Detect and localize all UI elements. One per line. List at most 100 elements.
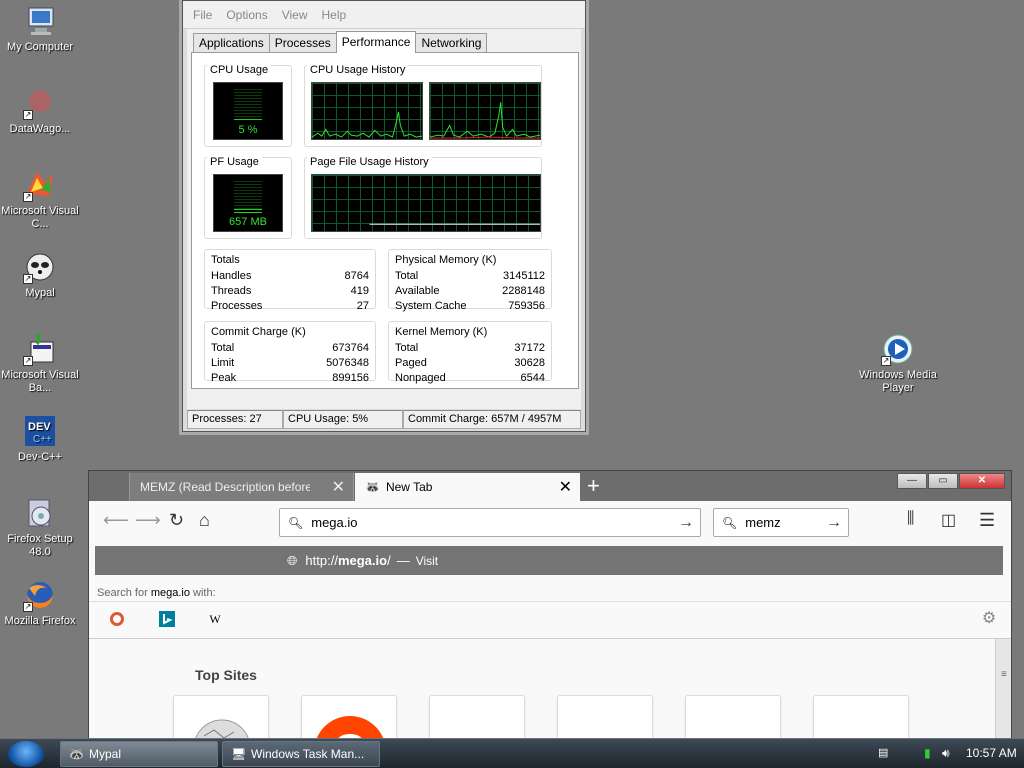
suggestion-row[interactable]: 🌐︎ http://mega.io / — Visit — [95, 546, 1003, 575]
desktop-icon-label: Mozilla Firefox — [4, 615, 76, 627]
desktop-icon-my-computer[interactable]: My Computer — [0, 4, 80, 54]
status-processes: Processes: 27 — [187, 410, 283, 429]
menu-bar: File Options View Help — [183, 1, 585, 29]
scroll-grip-icon: ≡ — [1001, 669, 1007, 680]
desktop-icon-label: Mypal — [25, 287, 55, 299]
minimize-button[interactable]: — — [897, 473, 927, 489]
desktop-icon-label: My Computer — [6, 41, 74, 53]
gear-icon[interactable]: ⚙ — [981, 611, 997, 627]
physical-memory-group: Physical Memory (K) Total 3145112 Availab… — [388, 249, 552, 312]
firefox-icon: ↗ — [23, 578, 57, 612]
desktop-icon-mypal[interactable]: ↗ Mypal — [0, 250, 80, 300]
menu-file[interactable]: File — [193, 8, 212, 22]
desktop-icon-label: Firefox Setup 48.0 — [7, 533, 73, 558]
clock[interactable]: 10:57 AM — [966, 746, 1017, 760]
url-dropdown: 🌐︎ http://mega.io / — Visit Search for me… — [89, 543, 1011, 639]
cpu-usage-value: 5 % — [238, 124, 258, 136]
close-window-button[interactable]: ✕ — [959, 473, 1005, 489]
library-icon[interactable]: ⫼ — [907, 510, 914, 528]
sidebar-icon[interactable]: ◫ — [941, 510, 956, 530]
browser-tab-memz[interactable]: MEMZ (Read Description before ✕ — [129, 473, 354, 501]
pf-usage-group: PF Usage 657 MB — [204, 156, 292, 239]
back-button[interactable]: ⟵ — [103, 510, 129, 531]
cpu-usage-meter: 5 % — [213, 82, 283, 140]
pf-usage-meter: 657 MB — [213, 174, 283, 232]
mypal-icon: 🦝 — [69, 747, 84, 761]
menu-view[interactable]: View — [282, 8, 308, 22]
taskbar-button-label: Mypal — [89, 747, 122, 761]
desktop-icon-datawagon[interactable]: ↗ DataWago... — [0, 86, 80, 136]
search-bar[interactable]: 🔍︎ memz → — [713, 508, 849, 537]
kernel-row: Total 37172 — [395, 342, 545, 354]
kernel-memory-group: Kernel Memory (K) Total 37172 Paged 30628 … — [388, 321, 552, 384]
close-tab-icon[interactable]: ✕ — [559, 477, 572, 497]
computer-icon — [23, 4, 57, 38]
desktop-icon-label: Dev-C++ — [17, 451, 63, 463]
bing-icon[interactable] — [159, 611, 175, 627]
kernel-row: Nonpaged 6544 — [395, 372, 545, 384]
reload-button[interactable]: ↻ — [169, 510, 184, 531]
start-button[interactable] — [8, 741, 44, 767]
menu-icon[interactable]: ☰ — [979, 510, 995, 531]
desktop-icon-visual-cpp[interactable]: ↗ Microsoft Visual C... — [0, 168, 80, 231]
desktop-icon-devcpp[interactable]: DEV C++ Dev-C++ — [0, 414, 80, 464]
navigation-bar: ⟵ ⟶ ↻ ⌂ 🔍︎ mega.io → 🔍︎ memz → ⫼ ◫ ☰ — [89, 501, 1011, 543]
suggestion-separator: — — [396, 553, 410, 568]
firefox-setup-icon — [23, 496, 57, 530]
scrollbar[interactable]: ≡ — [995, 639, 1011, 744]
tab-processes[interactable]: Processes — [268, 33, 337, 53]
menu-help[interactable]: Help — [322, 8, 347, 22]
commit-charge-group: Commit Charge (K) Total 673764 Limit 50763… — [204, 321, 376, 384]
svg-text:C++: C++ — [33, 434, 52, 445]
wikipedia-icon[interactable]: W — [207, 611, 223, 627]
pf-history-graph — [311, 174, 541, 232]
search-input[interactable]: memz — [745, 515, 780, 530]
suggestion-host: mega.io — [337, 553, 388, 568]
search-engines-row: W ⚙ — [89, 601, 1011, 637]
duckduckgo-icon[interactable] — [109, 611, 125, 627]
volume-icon[interactable]: 🔊︎ — [942, 746, 950, 761]
network-icon[interactable]: ▮ — [924, 746, 931, 760]
taskbar-button-mypal[interactable]: 🦝 Mypal — [60, 741, 218, 767]
globe-icon: 🌐︎ — [287, 552, 298, 568]
physical-memory-title: Physical Memory (K) — [395, 254, 497, 266]
totals-row: Threads 419 — [211, 285, 369, 297]
suggestion-suffix: / — [387, 553, 391, 568]
new-tab-button[interactable]: + — [587, 474, 600, 498]
top-sites-title: Top Sites — [195, 667, 257, 683]
forward-button[interactable]: ⟶ — [135, 510, 161, 531]
physical-row: Available 2288148 — [395, 285, 545, 297]
desktop-icon-media-player[interactable]: ↗ Windows Media Player — [858, 332, 938, 395]
home-button[interactable]: ⌂ — [199, 510, 210, 531]
desktop-icon-visual-basic[interactable]: ↗ Microsoft Visual Ba... — [0, 332, 80, 395]
tab-title: New Tab — [385, 480, 433, 494]
menu-options[interactable]: Options — [226, 8, 267, 22]
pf-usage-title: PF Usage — [207, 156, 262, 168]
commit-row: Peak 899156 — [211, 372, 369, 384]
url-input[interactable]: mega.io — [311, 515, 357, 530]
desktop-icon-firefox-setup[interactable]: Firefox Setup 48.0 — [0, 496, 80, 559]
browser-tab-new-tab[interactable]: 🦝 New Tab ✕ — [355, 473, 580, 501]
window-controls: — ▭ ✕ — [897, 473, 1005, 489]
tab-applications[interactable]: Applications — [193, 33, 270, 53]
maximize-button[interactable]: ▭ — [928, 473, 958, 489]
tab-networking[interactable]: Networking — [415, 33, 488, 53]
go-arrow-icon[interactable]: → — [826, 514, 842, 532]
search-icon: 🔍︎ — [288, 515, 304, 530]
totals-row: Processes 27 — [211, 300, 369, 312]
taskbar-button-task-manager[interactable]: 🖥︎ Windows Task Man... — [222, 741, 380, 767]
media-player-icon: ↗ — [881, 332, 915, 366]
close-tab-icon[interactable]: ✕ — [332, 477, 345, 497]
search-icon: 🔍︎ — [722, 515, 738, 530]
desktop-icon-label: Windows Media Player — [859, 369, 937, 394]
desktop-icon-firefox[interactable]: ↗ Mozilla Firefox — [0, 578, 80, 628]
pf-history-title: Page File Usage History — [307, 156, 432, 168]
mypal-icon: 🦝 — [365, 480, 380, 494]
visual-basic-icon: ↗ — [23, 332, 57, 366]
keyboard-icon[interactable]: ▤ — [878, 746, 888, 759]
tab-performance[interactable]: Performance — [335, 31, 417, 53]
go-arrow-icon[interactable]: → — [678, 514, 694, 532]
url-bar[interactable]: 🔍︎ mega.io → — [279, 508, 701, 537]
tab-bar: MEMZ (Read Description before ✕ 🦝 New Ta… — [89, 471, 1011, 501]
cpu-usage-group: CPU Usage 5 % — [204, 64, 292, 147]
